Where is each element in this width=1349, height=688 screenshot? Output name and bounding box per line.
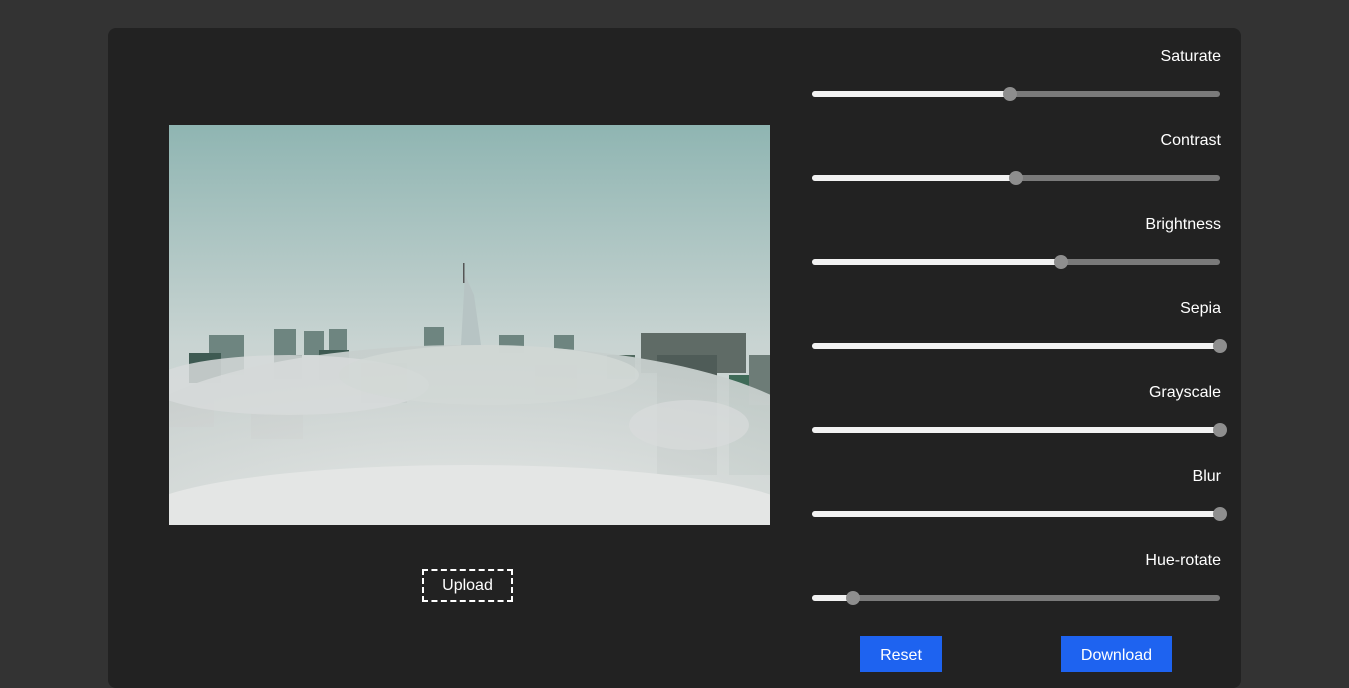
sepia-slider-fill [812,343,1220,349]
contrast-slider-fill [812,175,1016,181]
hue-rotate-slider-thumb[interactable] [845,591,860,605]
brightness-slider[interactable] [812,255,1220,269]
editor-panel: Upload Saturate Contrast Brightness Sepia Gr… [108,28,1241,688]
control-blur: Blur [812,448,1227,532]
saturate-slider[interactable] [812,87,1220,101]
blur-slider[interactable] [812,507,1227,521]
upload-button[interactable]: Upload [422,569,513,602]
grayscale-slider[interactable] [812,423,1227,437]
control-contrast: Contrast [812,112,1221,196]
cityscape-photo [169,125,770,525]
sepia-slider-thumb[interactable] [1213,339,1227,353]
saturate-slider-fill [812,91,1010,97]
control-brightness: Brightness [812,196,1221,280]
blur-slider-fill [812,511,1220,517]
control-grayscale: Grayscale [812,364,1227,448]
grayscale-label: Grayscale [1148,384,1221,401]
grayscale-slider-thumb[interactable] [1213,423,1227,437]
reset-button[interactable]: Reset [860,636,942,672]
brightness-slider-thumb[interactable] [1053,255,1068,269]
contrast-label: Contrast [1160,132,1221,149]
hue-rotate-slider[interactable] [812,591,1220,605]
sepia-label: Sepia [1180,300,1221,317]
download-button[interactable]: Download [1061,636,1172,672]
image-preview [169,125,770,525]
contrast-slider[interactable] [812,171,1220,185]
blur-slider-thumb[interactable] [1213,507,1227,521]
control-sepia: Sepia [812,280,1227,364]
grayscale-slider-fill [812,427,1220,433]
blur-label: Blur [1192,468,1221,485]
sepia-slider[interactable] [812,339,1227,353]
saturate-label: Saturate [1160,48,1221,65]
brightness-label: Brightness [1145,216,1221,233]
control-saturate: Saturate [812,28,1221,112]
saturate-slider-thumb[interactable] [1002,87,1017,101]
control-hue-rotate: Hue-rotate [812,532,1221,616]
hue-rotate-label: Hue-rotate [1145,552,1221,569]
brightness-slider-fill [812,259,1061,265]
contrast-slider-thumb[interactable] [1009,171,1023,185]
